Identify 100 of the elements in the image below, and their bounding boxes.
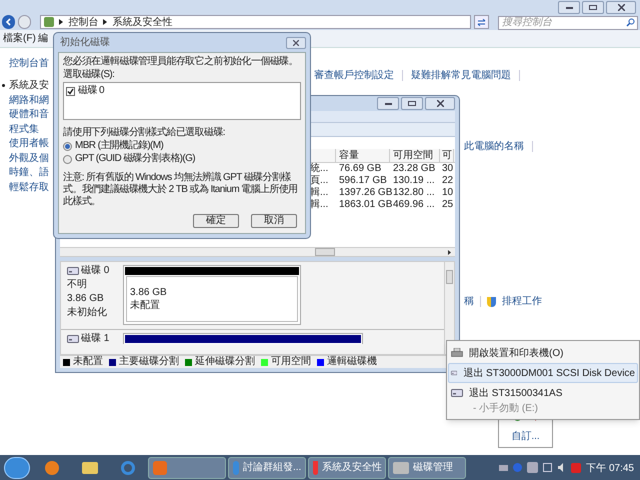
table-cell-text: 132.80 ... — [392, 187, 436, 199]
table-cell-text: 1863.01 GB — [338, 199, 390, 211]
radio-label: MBR (主開機記錄)(M) — [75, 140, 164, 152]
breadcrumb-arrow-icon — [59, 19, 64, 25]
menu-item[interactable]: 退出 ST31500341AS - 小手勿動 (E:) — [448, 383, 638, 417]
list-label: 選取磁碟(S): — [63, 69, 116, 81]
control-panel-icon — [44, 17, 54, 27]
task-link[interactable]: 排程工作 — [502, 294, 542, 309]
style-label: 請使用下列磁碟分割樣式給已選取磁碟: — [63, 127, 226, 139]
disk-name[interactable]: 磁碟 0 — [81, 264, 110, 278]
table-cell-text: 25 — [441, 199, 454, 211]
taskbar-button[interactable] — [148, 456, 226, 478]
task-link[interactable]: 疑難排解常見電腦問題 — [411, 68, 511, 83]
table-cell-text: 469.96 ... — [392, 199, 436, 211]
task-link[interactable]: 審查帳戶控制設定 — [314, 68, 394, 83]
partition-info: 未配置 — [130, 299, 161, 312]
disk-info: 3.86 GB — [67, 292, 105, 306]
minimize-button[interactable] — [558, 1, 580, 14]
taskbar-button[interactable]: 系統及安全性 — [308, 456, 386, 478]
task-link[interactable]: 稱 — [464, 294, 474, 309]
start-button[interactable] — [4, 456, 30, 478]
partition-block[interactable]: 3.86 GB 未配置 — [123, 265, 301, 325]
search-icon — [626, 18, 636, 26]
dialog-title: 初始化磁碟 — [59, 36, 110, 50]
radio-button[interactable] — [63, 142, 72, 150]
clock[interactable]: 下午 07:45 — [586, 461, 634, 476]
table-cell-text: 1397.26 GB — [338, 187, 390, 199]
drive-label: - 小手勿動 (E:) — [472, 402, 539, 416]
note-text: 注意: 所有舊版的 Windows 均無法辨識 GPT 磁碟分割樣式。我們建議磁碟機大於 2 TB 或為 Itanium 電腦上所使用此樣式。 — [63, 172, 299, 208]
keyboard-icon[interactable] — [499, 464, 508, 470]
browser-icon — [233, 460, 239, 474]
drive-icon — [451, 389, 463, 397]
close-button[interactable] — [425, 97, 455, 110]
show-hidden-icons-button[interactable] — [527, 462, 538, 473]
radio-button[interactable] — [63, 154, 72, 164]
sidebar-link[interactable]: 控制台首 — [9, 56, 49, 71]
close-icon — [436, 100, 444, 107]
dialog-button[interactable]: 確定 — [193, 214, 239, 228]
drive-icon — [67, 267, 79, 275]
maximize-button[interactable] — [582, 1, 604, 14]
table-cell-text: 130.19 ... — [392, 175, 436, 187]
table-cell-text: 頁... — [310, 175, 330, 187]
close-button[interactable] — [606, 1, 636, 14]
sidebar-link[interactable]: 硬體和音 — [9, 107, 49, 122]
checkbox-label: 磁碟 0 — [78, 85, 104, 97]
app-icon — [153, 460, 167, 474]
legend-label: 未配置 — [73, 356, 103, 368]
legend-label: 邏輯磁碟機 — [327, 356, 377, 368]
back-button[interactable] — [2, 15, 16, 29]
maximize-button[interactable] — [401, 97, 423, 110]
column-header[interactable]: 可 — [440, 149, 454, 162]
sidebar-link[interactable]: 使用者帳 — [9, 136, 49, 152]
refresh-icon — [476, 18, 486, 26]
close-icon — [293, 40, 299, 46]
sidebar-link[interactable]: 外觀及個 — [9, 150, 49, 166]
refresh-button[interactable] — [474, 15, 490, 29]
dialog-message: 您必須在邏輯磁碟管理員能存取它之前初始化一個磁碟。 — [63, 56, 300, 68]
dialog-button[interactable]: 取消 — [251, 214, 297, 228]
sidebar-link[interactable]: 輕鬆存取 — [9, 180, 49, 195]
taskbar-button[interactable]: 討論群組發... — [228, 456, 306, 478]
table-cell-text: 30 — [441, 163, 454, 175]
table-cell-text: 596.17 GB — [338, 175, 388, 187]
bullet-icon — [2, 84, 5, 88]
disk-info: 未初始化 — [67, 306, 108, 320]
breadcrumb-item[interactable]: 系統及安全性 — [112, 14, 172, 30]
radio-label: GPT (GUID 磁碟分割表格)(G) — [75, 153, 196, 165]
drive-icon — [451, 369, 458, 377]
sidebar-link[interactable]: 網路和網 — [9, 92, 49, 108]
table-cell-text: 76.69 GB — [338, 163, 382, 175]
taskbar-button[interactable]: 磁碟管理 — [388, 456, 466, 478]
menu-item[interactable]: 退出 ST3000DM001 SCSI Disk Device — [448, 363, 638, 383]
sidebar-link[interactable]: 時鐘、語 — [9, 165, 49, 180]
network-icon[interactable] — [543, 463, 552, 472]
legend-label: 主要磁碟分割 — [119, 356, 179, 368]
address-bar[interactable]: 控制台 系統及安全性 — [40, 15, 471, 29]
search-field[interactable]: 搜尋控制台 — [498, 16, 638, 30]
column-header[interactable]: 可用空間 — [390, 149, 440, 162]
table-cell-text: 22 — [441, 175, 454, 187]
breadcrumb-item[interactable]: 控制台 — [68, 14, 98, 30]
sidebar-link[interactable]: 程式集 — [9, 122, 39, 137]
table-cell-text: 10 — [441, 187, 454, 199]
sidebar-link[interactable]: 系統及安 — [9, 78, 49, 94]
drive-icon — [67, 335, 79, 343]
scrollbar-thumb[interactable] — [315, 248, 335, 256]
checkbox[interactable] — [66, 86, 75, 96]
column-header[interactable]: 容量 — [336, 149, 390, 162]
menu-item[interactable]: 編 — [38, 31, 48, 46]
menu-item[interactable]: 開啟裝置和印表機(O) — [448, 343, 638, 363]
minimize-button[interactable] — [377, 97, 399, 110]
disk-name[interactable]: 磁碟 1 — [81, 332, 110, 344]
scroll-right-icon[interactable] — [448, 250, 451, 254]
menu-item[interactable]: 檔案(F) — [3, 31, 36, 46]
table-cell-text: 23.28 GB — [392, 163, 436, 175]
disk-info: 不明 — [67, 278, 88, 292]
legend-label: 延伸磁碟分割 — [195, 356, 255, 368]
customize-link[interactable]: 自訂... — [511, 431, 540, 443]
shield-icon — [313, 460, 318, 474]
close-button[interactable] — [286, 36, 306, 48]
task-link[interactable]: 此電腦的名稱 — [464, 139, 524, 154]
close-icon — [618, 4, 624, 11]
